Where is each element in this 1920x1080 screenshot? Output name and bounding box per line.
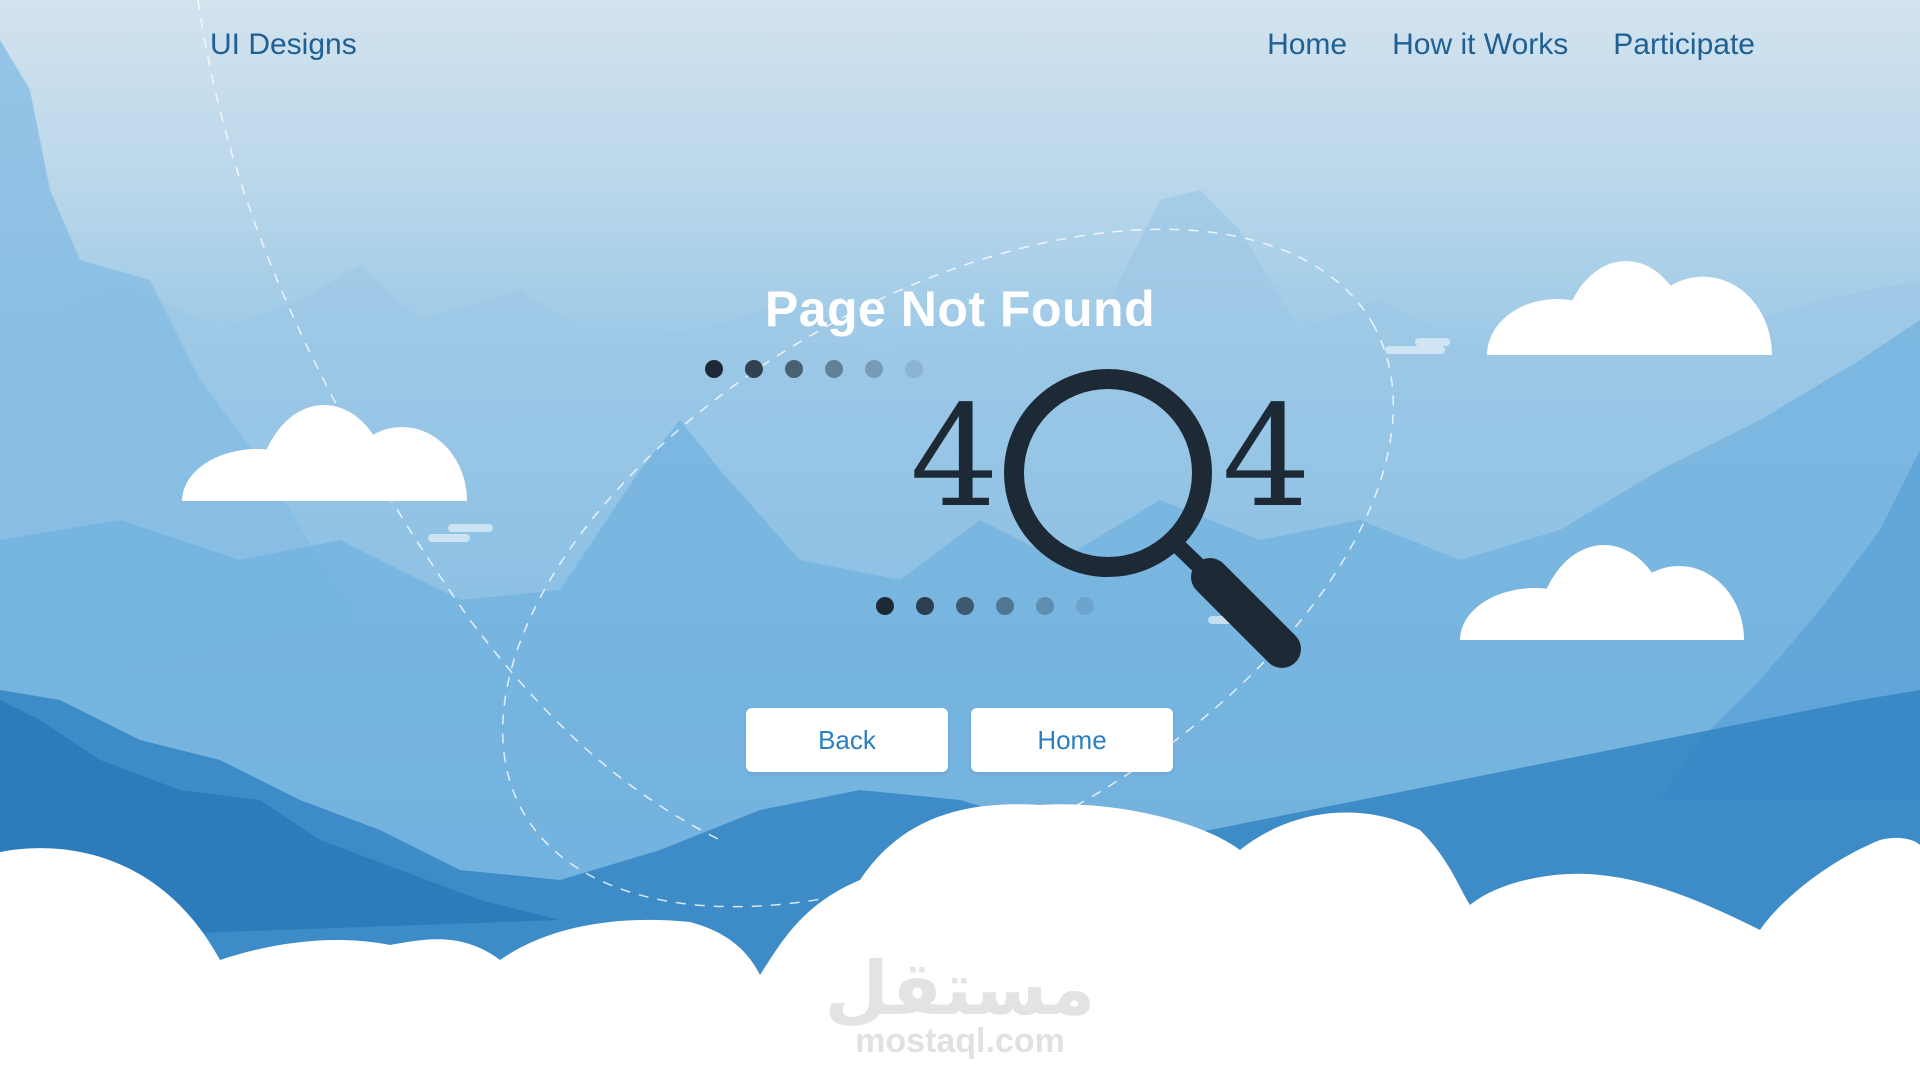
watermark: مستقل mostaql.com	[0, 952, 1920, 1061]
error-code-digit-left: 4	[910, 376, 1000, 539]
home-button[interactable]: Home	[971, 708, 1173, 772]
dot-row-top	[705, 360, 923, 378]
watermark-site: mostaql.com	[855, 1022, 1065, 1060]
error-code-digit-right: 4	[1222, 376, 1312, 539]
back-button[interactable]: Back	[746, 708, 948, 772]
watermark-arabic: مستقل	[824, 946, 1096, 1032]
dot-rows	[705, 360, 1094, 615]
